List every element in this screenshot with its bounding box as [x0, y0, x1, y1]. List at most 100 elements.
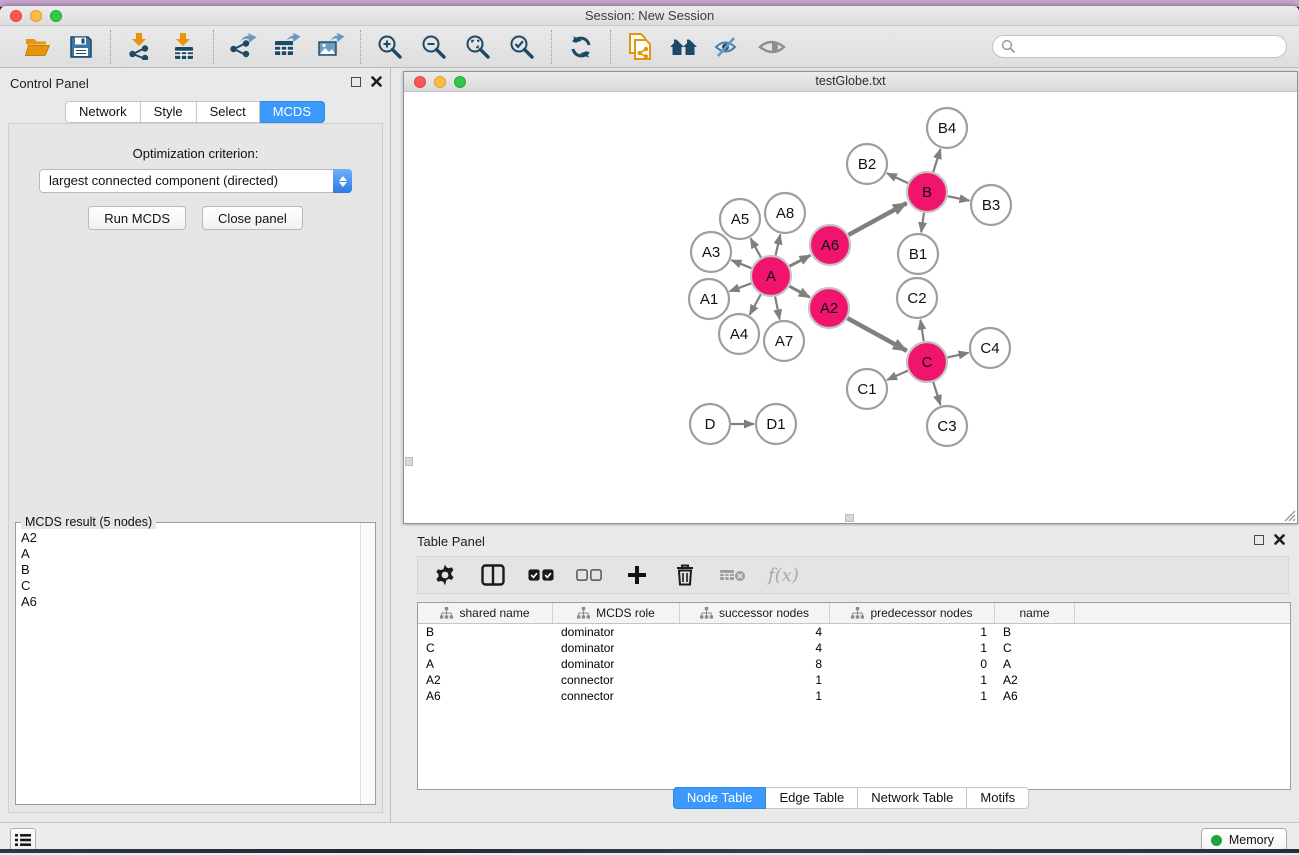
close-panel-icon[interactable]	[371, 76, 382, 87]
column-header-MCDS-role[interactable]: MCDS role	[553, 603, 680, 623]
edge-A-A3[interactable]	[731, 260, 751, 268]
first-neighbors-icon[interactable]	[669, 32, 699, 62]
graph-node-A7[interactable]: A7	[764, 321, 804, 361]
minimize-window-button[interactable]	[30, 10, 42, 22]
column-header-predecessor-nodes[interactable]: predecessor nodes	[830, 603, 995, 623]
zoom-in-icon[interactable]	[375, 32, 405, 62]
node-table[interactable]: shared nameMCDS rolesuccessor nodesprede…	[417, 602, 1291, 790]
graph-node-C2[interactable]: C2	[897, 278, 937, 318]
export-image-icon[interactable]	[316, 32, 346, 62]
gear-icon[interactable]	[432, 562, 458, 588]
close-panel-icon[interactable]	[1274, 534, 1285, 545]
graph-node-C4[interactable]: C4	[970, 328, 1010, 368]
column-view-icon[interactable]	[480, 562, 506, 588]
column-header-successor-nodes[interactable]: successor nodes	[680, 603, 830, 623]
edge-A-A1[interactable]	[730, 283, 752, 291]
edge-A-A4[interactable]	[750, 294, 761, 314]
network-zoom-button[interactable]	[454, 76, 466, 88]
graph-node-A6[interactable]: A6	[810, 225, 850, 265]
select-all-checkboxes-icon[interactable]	[528, 562, 554, 588]
edge-A6-B[interactable]	[848, 203, 906, 235]
graph-node-A5[interactable]: A5	[720, 199, 760, 239]
edge-A-A2[interactable]	[789, 286, 809, 297]
graph-node-B[interactable]: B	[907, 172, 947, 212]
mcds-result-item[interactable]: B	[21, 562, 359, 578]
graph-node-A2[interactable]: A2	[809, 288, 849, 328]
mcds-result-item[interactable]: A6	[21, 594, 359, 610]
graph-node-B3[interactable]: B3	[971, 185, 1011, 225]
column-header-name[interactable]: name	[995, 603, 1075, 623]
edge-A-A8[interactable]	[776, 234, 781, 255]
zoom-fit-icon[interactable]	[463, 32, 493, 62]
float-panel-icon[interactable]	[351, 77, 361, 87]
canvas-horizontal-scroll-thumb[interactable]	[845, 514, 854, 522]
edge-C-C2[interactable]	[920, 320, 923, 342]
zoom-window-button[interactable]	[50, 10, 62, 22]
graph-node-C3[interactable]: C3	[927, 406, 967, 446]
export-network-icon[interactable]	[228, 32, 258, 62]
import-network-icon[interactable]	[125, 32, 155, 62]
tab-select[interactable]: Select	[197, 101, 260, 123]
table-row[interactable]: Cdominator41C	[418, 640, 1290, 656]
tab-network-table[interactable]: Network Table	[858, 787, 967, 809]
tab-edge-table[interactable]: Edge Table	[766, 787, 858, 809]
edge-C-C1[interactable]	[887, 371, 908, 380]
graph-node-B4[interactable]: B4	[927, 108, 967, 148]
graph-node-D[interactable]: D	[690, 404, 730, 444]
graph-node-A8[interactable]: A8	[765, 193, 805, 233]
graph-node-D1[interactable]: D1	[756, 404, 796, 444]
tab-mcds[interactable]: MCDS	[260, 101, 325, 123]
mcds-result-item[interactable]: C	[21, 578, 359, 594]
edge-A-A7[interactable]	[775, 297, 780, 320]
zoom-selected-icon[interactable]	[507, 32, 537, 62]
mcds-result-item[interactable]: A2	[21, 530, 359, 546]
open-file-icon[interactable]	[22, 32, 52, 62]
edge-B-B2[interactable]	[887, 173, 908, 183]
function-builder-icon[interactable]: f(x)	[768, 565, 799, 586]
graph-node-B2[interactable]: B2	[847, 144, 887, 184]
canvas-vertical-scroll-thumb[interactable]	[405, 457, 413, 466]
add-column-icon[interactable]	[624, 562, 650, 588]
float-panel-icon[interactable]	[1254, 535, 1264, 545]
resize-grip-icon[interactable]	[1283, 509, 1296, 522]
network-close-button[interactable]	[414, 76, 426, 88]
edge-A-A6[interactable]	[790, 255, 811, 266]
mcds-result-item[interactable]: A	[21, 546, 359, 562]
graph-node-A[interactable]: A	[751, 256, 791, 296]
save-session-icon[interactable]	[66, 32, 96, 62]
tab-style[interactable]: Style	[141, 101, 197, 123]
delete-table-icon[interactable]	[720, 562, 746, 588]
network-canvas[interactable]: B4B2BB3A5A8A6A3B1AC2A1A2A4A7CC4C1C3DD1	[404, 92, 1297, 523]
mcds-result-scrollbar[interactable]	[360, 523, 375, 804]
graph-node-A4[interactable]: A4	[719, 314, 759, 354]
edge-A-A5[interactable]	[751, 238, 761, 257]
edge-C-C4[interactable]	[947, 353, 968, 358]
edge-C-C3[interactable]	[933, 382, 940, 405]
close-panel-button[interactable]: Close panel	[202, 206, 303, 230]
table-row[interactable]: A6connector11A6	[418, 688, 1290, 704]
edge-B-B3[interactable]	[948, 196, 970, 200]
zoom-out-icon[interactable]	[419, 32, 449, 62]
delete-column-icon[interactable]	[672, 562, 698, 588]
column-header-shared-name[interactable]: shared name	[418, 603, 553, 623]
graph-node-A1[interactable]: A1	[689, 279, 729, 319]
edge-B-B4[interactable]	[933, 149, 940, 172]
hide-selected-icon[interactable]	[713, 32, 743, 62]
show-all-icon[interactable]	[757, 32, 787, 62]
table-row[interactable]: Bdominator41B	[418, 624, 1290, 640]
refresh-icon[interactable]	[566, 32, 596, 62]
tab-node-table[interactable]: Node Table	[673, 787, 767, 809]
close-window-button[interactable]	[10, 10, 22, 22]
graph-node-B1[interactable]: B1	[898, 234, 938, 274]
mcds-result-list[interactable]: A2ABCA6	[17, 526, 359, 803]
deselect-all-checkboxes-icon[interactable]	[576, 562, 602, 588]
graph-node-C[interactable]: C	[907, 342, 947, 382]
edge-B-B1[interactable]	[921, 213, 924, 232]
table-row[interactable]: A2connector11A2	[418, 672, 1290, 688]
table-row[interactable]: Adominator80A	[418, 656, 1290, 672]
graph-node-C1[interactable]: C1	[847, 369, 887, 409]
export-table-icon[interactable]	[272, 32, 302, 62]
network-window-titlebar[interactable]: testGlobe.txt	[404, 72, 1297, 92]
tab-motifs[interactable]: Motifs	[967, 787, 1029, 809]
run-mcds-button[interactable]: Run MCDS	[88, 206, 186, 230]
